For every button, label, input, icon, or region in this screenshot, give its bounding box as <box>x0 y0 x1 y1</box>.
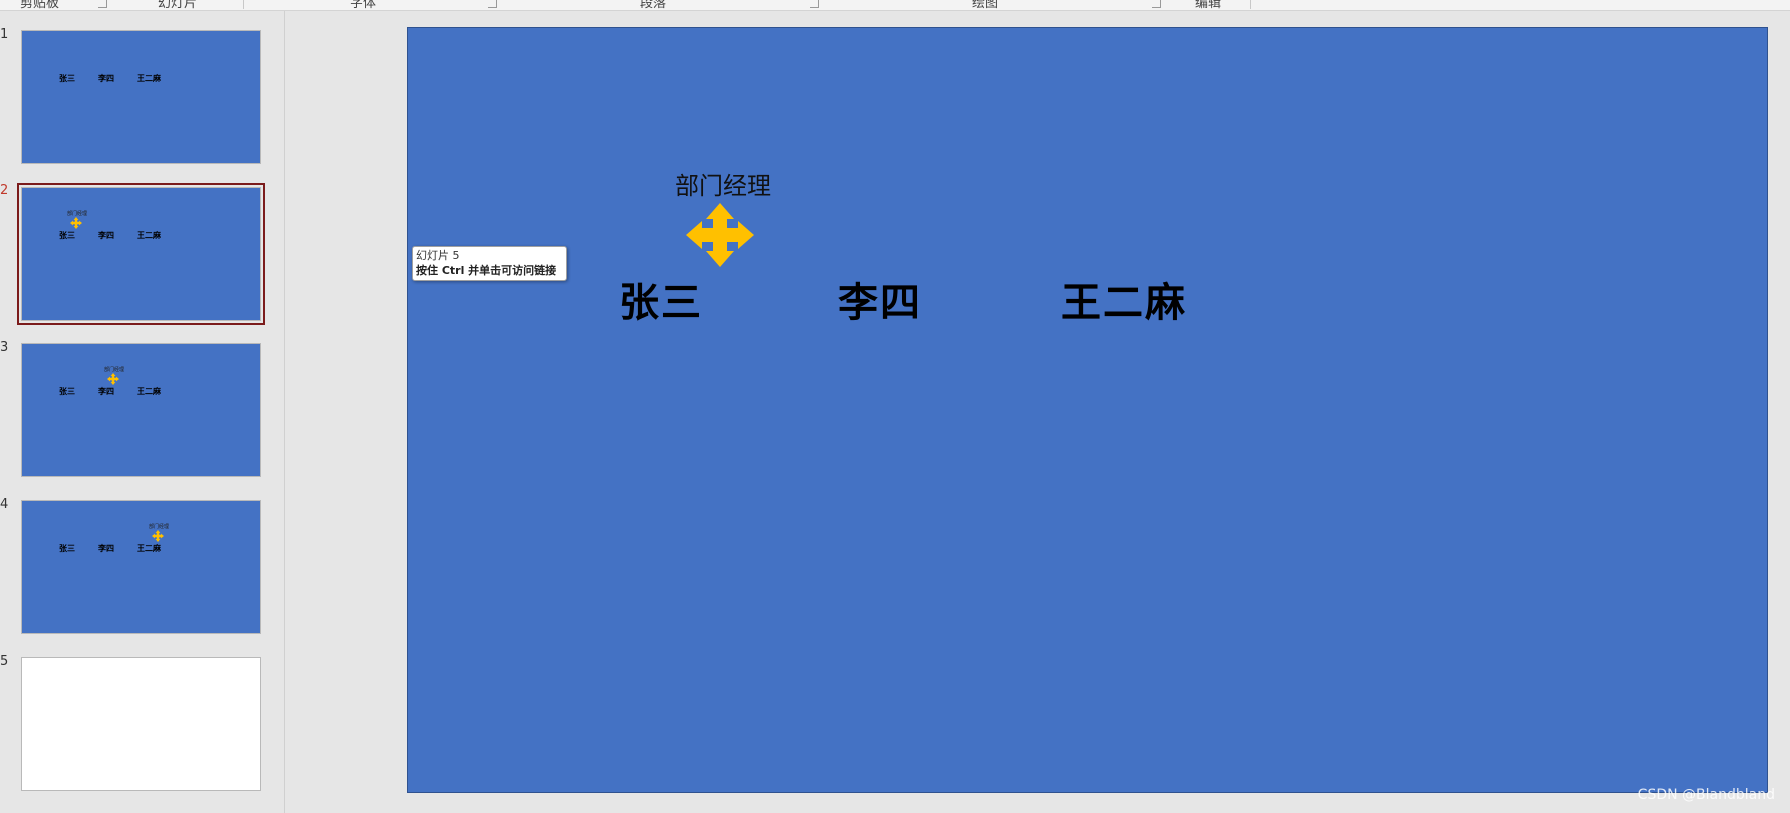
thumb-name: 李四 <box>98 386 114 396</box>
slide-thumbnail-5[interactable] <box>21 657 261 791</box>
thumb-star-title: 部门经理 <box>67 211 88 217</box>
slide-number: 3 <box>0 340 9 355</box>
slide-thumbnail-4[interactable]: 部门经理 张三 李四 王二麻 <box>21 500 261 634</box>
name-lisi[interactable]: 李四 <box>838 270 922 328</box>
thumb-name: 张三 <box>59 230 75 240</box>
slide-number: 5 <box>0 654 9 669</box>
tooltip-hint: 按住 Ctrl 并单击可访问链接 <box>416 264 557 277</box>
name-wangerma[interactable]: 王二麻 <box>1061 270 1187 328</box>
paragraph-launcher-icon[interactable] <box>810 0 819 8</box>
font-launcher-icon[interactable] <box>488 0 497 8</box>
thumb-name: 王二麻 <box>137 543 161 553</box>
ribbon-group-editing: 编辑 <box>1195 0 1222 11</box>
slide-thumbnail-1[interactable]: 张三 李四 王二麻 <box>21 30 261 164</box>
slide-number: 4 <box>0 497 9 512</box>
four-way-arrow-icon <box>152 530 164 542</box>
slide-title-text[interactable]: 部门经理 <box>675 166 771 201</box>
thumb-name: 张三 <box>59 543 75 553</box>
slide-number: 1 <box>0 27 9 42</box>
hyperlink-tooltip: 幻灯片 5 按住 Ctrl 并单击可访问链接 <box>412 246 567 281</box>
watermark: CSDN @Blandbland <box>1637 787 1775 803</box>
four-way-arrow-icon <box>107 373 119 385</box>
thumb-name: 李四 <box>98 230 114 240</box>
four-way-arrow-icon[interactable] <box>686 203 754 267</box>
name-zhangsan[interactable]: 张三 <box>619 270 703 328</box>
thumb-name: 王二麻 <box>137 230 161 240</box>
ribbon-group-slides: 幻灯片 <box>158 0 198 11</box>
slide-thumbnail-pane[interactable]: 1 张三 李四 王二麻 2 部门经理 张三 李四 王二麻 3 部门经理 张三 李… <box>0 11 285 813</box>
ribbon-separator <box>243 0 244 9</box>
thumb-star-title: 部门经理 <box>149 524 170 530</box>
ribbon-group-font: 字体 <box>350 0 377 11</box>
ribbon-separator <box>1250 0 1251 9</box>
drawing-launcher-icon[interactable] <box>1152 0 1161 8</box>
thumb-name: 李四 <box>98 543 114 553</box>
ribbon-group-clipboard: 剪贴板 <box>20 0 60 11</box>
thumb-star-title: 部门经理 <box>104 367 125 373</box>
slide-thumbnail-3[interactable]: 部门经理 张三 李四 王二麻 <box>21 343 261 477</box>
thumb-name: 张三 <box>59 386 75 396</box>
thumb-name: 李四 <box>98 73 114 83</box>
ribbon-group-label-strip: 剪贴板 幻灯片 字体 段落 绘图 编辑 <box>0 0 1790 11</box>
thumb-name: 王二麻 <box>137 73 161 83</box>
thumb-name: 张三 <box>59 73 75 83</box>
clipboard-launcher-icon[interactable] <box>98 0 107 8</box>
tooltip-link-target: 幻灯片 5 <box>416 249 460 262</box>
slide-thumbnail-2[interactable]: 部门经理 张三 李四 王二麻 <box>21 187 261 321</box>
slide-number: 2 <box>0 183 9 198</box>
four-way-arrow-icon <box>70 217 82 229</box>
ribbon-group-drawing: 绘图 <box>972 0 999 11</box>
current-slide[interactable]: 部门经理 张三 李四 王二麻 <box>407 27 1768 793</box>
ribbon-group-paragraph: 段落 <box>640 0 667 11</box>
thumb-name: 王二麻 <box>137 386 161 396</box>
